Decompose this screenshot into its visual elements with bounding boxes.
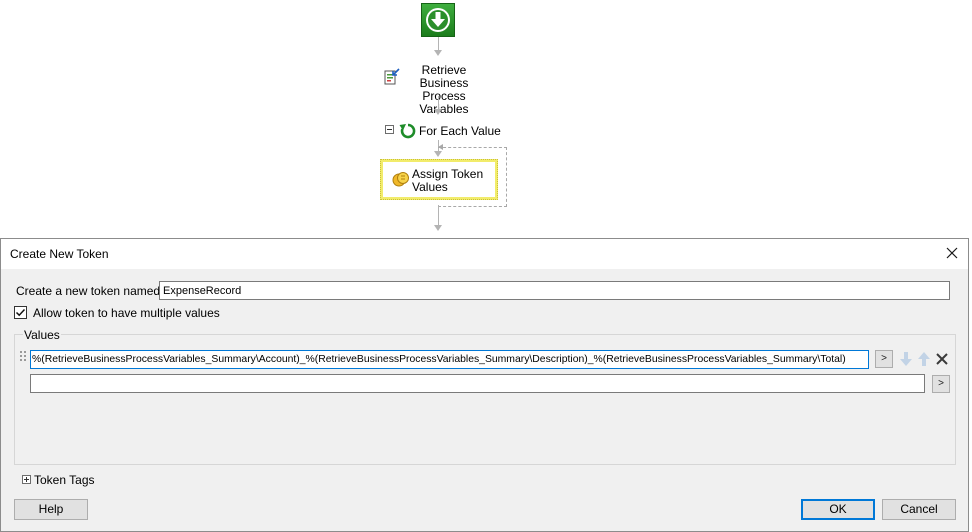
start-node[interactable] (421, 3, 455, 37)
connector-arrow (434, 225, 442, 231)
value-expand-button-1[interactable]: > (875, 350, 893, 368)
cancel-button[interactable]: Cancel (882, 499, 956, 520)
workflow-canvas: Retrieve Business Process Variables For … (0, 0, 972, 238)
assign-step-label-line2: Values (412, 180, 448, 194)
connector-line (438, 37, 439, 51)
workflow-step-assign[interactable]: Assign Token Values (380, 159, 498, 200)
value-input-2[interactable] (30, 374, 925, 393)
connector-arrow (434, 50, 442, 56)
values-group-label: Values (23, 328, 61, 342)
retrieve-step-label-line2: Process Variables (419, 89, 469, 116)
retrieve-step-label-line1: Retrieve Business (419, 63, 469, 90)
token-coins-icon (392, 172, 409, 187)
dialog-title: Create New Token (10, 247, 109, 261)
move-up-icon[interactable] (917, 351, 931, 367)
allow-multiple-checkbox[interactable] (14, 306, 27, 319)
help-button[interactable]: Help (14, 499, 88, 520)
ok-button[interactable]: OK (801, 499, 875, 520)
download-arrow-icon (426, 8, 450, 32)
foreach-step-label: For Each Value (419, 124, 501, 138)
checkmark-icon (15, 308, 26, 317)
connector-line (438, 96, 439, 110)
create-token-dialog: Create New Token Create a new token name… (0, 238, 969, 532)
token-tags-label[interactable]: Token Tags (34, 473, 95, 487)
delete-icon[interactable] (935, 352, 949, 366)
collapse-minus-icon[interactable] (385, 125, 394, 134)
token-name-label: Create a new token named: (16, 284, 164, 298)
token-name-input[interactable] (159, 281, 950, 300)
loop-icon (399, 123, 416, 139)
retrieve-variables-icon (384, 68, 400, 85)
value-expand-button-2[interactable]: > (932, 375, 950, 393)
connector-line (438, 205, 439, 225)
value-input-1[interactable] (30, 350, 869, 369)
close-icon[interactable] (942, 243, 962, 263)
dialog-titlebar[interactable]: Create New Token (1, 239, 968, 269)
loop-return-arrow (438, 144, 443, 150)
connector-arrow (434, 109, 442, 115)
expand-plus-icon[interactable] (22, 475, 31, 484)
allow-multiple-label[interactable]: Allow token to have multiple values (33, 306, 220, 320)
move-down-icon[interactable] (899, 351, 913, 367)
values-group: Values > > (14, 328, 956, 465)
